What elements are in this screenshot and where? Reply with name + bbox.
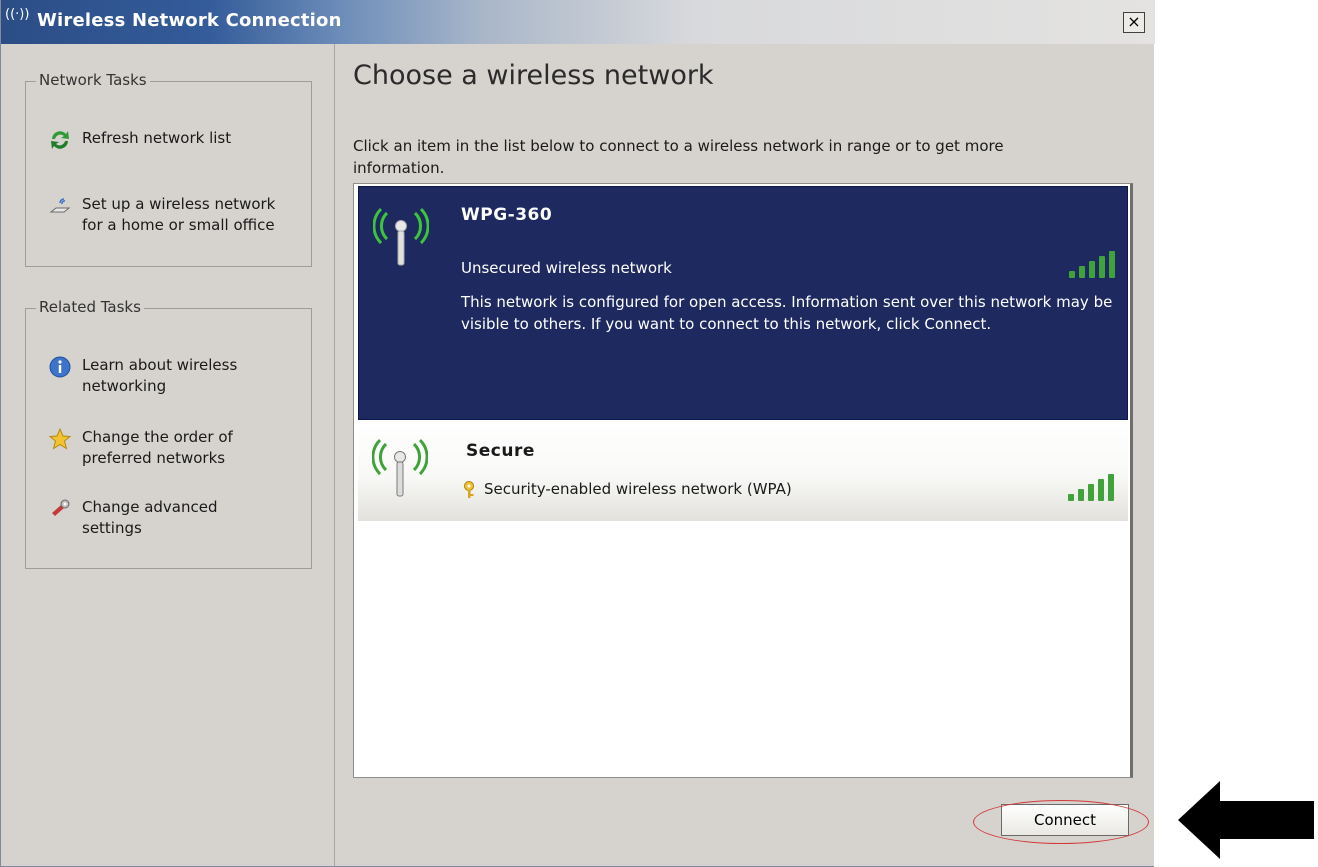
security-key-icon <box>464 481 474 498</box>
setup-wireless-network-task[interactable]: Set up a wireless network for a home or … <box>48 194 298 236</box>
close-icon: × <box>1127 12 1141 31</box>
network-status: Unsecured wireless network <box>461 259 672 277</box>
network-tasks-heading: Network Tasks <box>36 71 150 89</box>
wireless-icon: ((·)) <box>5 7 30 22</box>
settings-icon <box>52 499 70 516</box>
star-icon <box>48 427 72 450</box>
change-order-label: Change the order of preferred networks <box>82 428 233 467</box>
network-name: Secure <box>466 441 535 461</box>
refresh-icon <box>51 131 69 149</box>
refresh-network-list-label: Refresh network list <box>82 129 232 147</box>
network-list[interactable]: WPG-360 Unsecured wireless network This … <box>353 183 1133 778</box>
setup-wireless-network-label: Set up a wireless network for a home or … <box>82 195 276 234</box>
signal-strength-icon <box>1068 474 1114 501</box>
change-advanced-settings-task[interactable]: Change advanced settings <box>48 497 268 539</box>
close-button[interactable]: × <box>1123 12 1145 33</box>
setup-network-icon <box>49 198 71 213</box>
change-advanced-settings-label: Change advanced settings <box>82 498 218 537</box>
wireless-antenna-icon <box>373 207 429 266</box>
sidebar: Network Tasks Refresh network list Set u… <box>1 44 335 866</box>
signal-strength-icon <box>1069 251 1115 278</box>
related-tasks-heading: Related Tasks <box>36 298 144 316</box>
network-item-secure[interactable]: Secure Security-enabled wireless network… <box>358 424 1128 521</box>
page-description: Click an item in the list below to conne… <box>353 137 1004 177</box>
change-order-task[interactable]: Change the order of preferred networks <box>48 427 268 469</box>
title-bar[interactable]: ((·)) Wireless Network Connection × <box>1 0 1155 44</box>
wireless-antenna-icon <box>372 438 428 497</box>
wireless-network-connection-window: ((·)) Wireless Network Connection × Netw… <box>0 0 1155 867</box>
window-title: Wireless Network Connection <box>37 10 342 31</box>
learn-wireless-label: Learn about wireless networking <box>82 356 238 395</box>
connect-highlight-ring <box>973 800 1149 844</box>
learn-wireless-task[interactable]: Learn about wireless networking <box>48 355 268 397</box>
network-tasks-group: Network Tasks Refresh network list Set u… <box>25 71 312 267</box>
page-title: Choose a wireless network <box>353 60 714 91</box>
related-tasks-group: Related Tasks Learn about wireless netwo… <box>25 298 312 569</box>
pointer-arrow-icon <box>1178 781 1314 859</box>
info-icon <box>49 356 71 378</box>
network-info: This network is configured for open acce… <box>461 293 1113 333</box>
network-status: Security-enabled wireless network (WPA) <box>484 480 792 498</box>
refresh-network-list-task[interactable]: Refresh network list <box>48 128 231 152</box>
network-name: WPG-360 <box>461 205 553 225</box>
network-item-wpg-360[interactable]: WPG-360 Unsecured wireless network This … <box>358 186 1128 420</box>
